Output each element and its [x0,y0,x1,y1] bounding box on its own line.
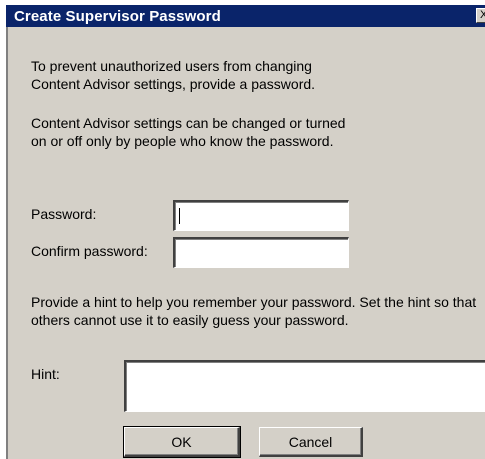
password-input[interactable] [173,200,349,231]
password-label: Password: [31,206,97,222]
close-button[interactable]: X [476,8,485,23]
cancel-button[interactable]: Cancel [259,427,363,457]
text-caret [179,208,180,224]
create-supervisor-password-dialog: Create Supervisor Password X To prevent … [5,5,485,459]
hint-input[interactable] [124,360,485,412]
confirm-password-label: Confirm password: [31,243,148,259]
ok-button[interactable]: OK [123,426,241,458]
close-icon: X [480,9,485,21]
confirm-password-input[interactable] [173,237,349,268]
info-text: Content Advisor settings can be changed … [31,115,346,149]
hint-instructions: Provide a hint to help you remember your… [31,294,477,328]
hint-label: Hint: [31,366,60,382]
dialog-title: Create Supervisor Password [14,7,221,25]
intro-text: To prevent unauthorized users from chang… [31,58,316,92]
title-bar[interactable]: Create Supervisor Password X [6,5,485,27]
